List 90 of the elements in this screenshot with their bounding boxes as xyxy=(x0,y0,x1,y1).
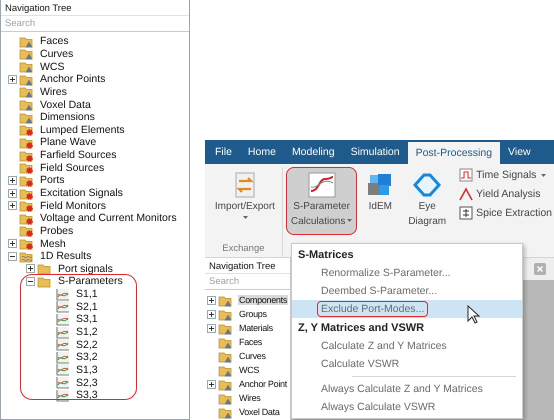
ribbon-tab[interactable]: Modeling xyxy=(284,140,343,164)
tree-item[interactable]: S3,3 xyxy=(75,389,99,402)
collapse-icon[interactable] xyxy=(26,276,35,286)
tree-item[interactable]: WCS xyxy=(238,365,260,375)
tree-item[interactable]: Probes xyxy=(39,224,74,237)
ribbon-button[interactable]: Eye Diagram xyxy=(403,167,452,235)
ribbon-tab[interactable]: File xyxy=(207,140,240,164)
menu-item[interactable]: Renormalize S-Parameter... xyxy=(317,265,455,281)
folder-triangle-icon xyxy=(218,322,233,334)
expand-icon[interactable] xyxy=(207,324,216,332)
folder-triangle-icon xyxy=(218,364,233,376)
ribbon-button[interactable]: S-Parameter Calculations xyxy=(286,167,358,235)
folder-triangle-icon xyxy=(218,378,233,390)
folder-triangle-icon xyxy=(218,392,233,404)
ribbon-tab[interactable]: Simulation xyxy=(342,140,408,164)
tree-item[interactable]: S1,3 xyxy=(75,364,99,376)
component-icon xyxy=(459,206,474,220)
tree-item[interactable]: S2,2 xyxy=(75,338,99,351)
tree-item[interactable]: Plane Wave xyxy=(39,136,98,148)
tree-item[interactable]: S2,1 xyxy=(75,300,99,313)
ribbon-tab[interactable]: Home xyxy=(240,140,284,164)
expand-icon[interactable] xyxy=(8,239,17,248)
tree-item[interactable]: S3,1 xyxy=(75,313,99,326)
tree-item[interactable]: Groups xyxy=(238,309,268,319)
ribbon-button[interactable]: Yield Analysis xyxy=(457,186,554,202)
menu-item[interactable]: Exclude Port-Modes... xyxy=(317,301,428,317)
peak-icon xyxy=(459,187,474,201)
menu-section-title: Z, Y Matrices and VSWR xyxy=(297,320,426,336)
tree-item[interactable]: S-Parameters xyxy=(57,275,124,288)
collapse-icon[interactable] xyxy=(8,252,17,261)
menu-item[interactable]: Always Calculate Z and Y Matrices xyxy=(317,381,487,397)
curve-chart-icon xyxy=(306,171,337,199)
tree-item[interactable]: S2,3 xyxy=(75,376,99,389)
expand-icon[interactable] xyxy=(8,74,17,84)
tree-item[interactable]: Voxel Data xyxy=(238,407,281,417)
tree-item[interactable]: Field Monitors xyxy=(39,200,107,212)
search-field[interactable]: Search xyxy=(205,274,290,290)
folder-triangle-icon xyxy=(218,308,233,320)
menu-item[interactable]: Calculate VSWR xyxy=(317,356,404,372)
tree-item[interactable]: 1D Results xyxy=(39,250,92,262)
diamond-icon xyxy=(412,171,442,199)
tree-item[interactable]: Ports xyxy=(39,174,66,186)
group-label: Exchange xyxy=(222,243,265,254)
tree-item[interactable]: Curves xyxy=(238,351,267,361)
expand-icon[interactable] xyxy=(26,264,35,274)
tree-item[interactable]: Voxel Data xyxy=(39,98,92,111)
tree-item[interactable]: Wires xyxy=(39,86,68,98)
tree-item[interactable]: Faces xyxy=(39,35,70,48)
tree-item[interactable]: Voltage and Current Monitors xyxy=(39,212,178,224)
tree-item[interactable]: Port signals xyxy=(57,262,114,275)
expand-icon[interactable] xyxy=(207,380,216,388)
tree-item[interactable]: WCS xyxy=(39,60,66,73)
tree-item[interactable]: Field Sources xyxy=(39,162,106,174)
expand-icon[interactable] xyxy=(207,310,216,318)
tree-item[interactable]: Faces xyxy=(238,337,264,347)
expand-icon[interactable] xyxy=(8,176,17,185)
search-field[interactable]: Search xyxy=(1,16,189,32)
ribbon-tab[interactable]: View xyxy=(500,140,539,164)
expand-icon[interactable] xyxy=(8,201,17,210)
ribbon-tab[interactable]: Post-Processing xyxy=(408,142,500,164)
menu-item[interactable]: Deembed S-Parameter... xyxy=(317,283,442,299)
folder-triangle-icon xyxy=(218,294,233,306)
ribbon-button[interactable]: Import/Export xyxy=(210,167,280,235)
expand-icon[interactable] xyxy=(207,296,216,304)
tree-item[interactable]: Materials xyxy=(238,323,274,333)
tree-item[interactable]: Excitation Signals xyxy=(39,187,124,199)
tree-item[interactable]: S3,2 xyxy=(75,351,99,364)
ribbon-button[interactable]: Time Signals xyxy=(457,167,554,183)
menu-item[interactable]: Calculate Z and Y Matrices xyxy=(317,338,451,354)
tree-item[interactable]: Anchor Points xyxy=(39,73,106,86)
tree-item[interactable]: Mesh xyxy=(39,238,67,250)
tree-item[interactable]: Components xyxy=(238,295,288,305)
ribbon-button[interactable]: Spice Extraction xyxy=(457,205,554,221)
menu-section-title: S-Matrices xyxy=(297,248,355,262)
ribbon-button[interactable]: IdEM xyxy=(360,167,400,235)
tree-item[interactable]: S1,1 xyxy=(75,288,99,300)
tree-item[interactable]: Farfield Sources xyxy=(39,149,118,162)
menu-item[interactable]: Always Calculate VSWR xyxy=(317,399,440,415)
step-signal-icon xyxy=(459,168,474,182)
expand-icon[interactable] xyxy=(8,188,17,198)
tree-item[interactable]: Dimensions xyxy=(39,111,96,124)
folder-triangle-icon xyxy=(218,336,233,348)
cursor-icon xyxy=(467,305,480,324)
tree-item[interactable]: Anchor Point xyxy=(238,379,288,389)
tree-item[interactable]: Curves xyxy=(39,48,74,60)
folder-triangle-icon xyxy=(218,350,233,362)
tree-item[interactable]: Lumped Elements xyxy=(39,124,126,136)
tree-item[interactable]: Wires xyxy=(238,393,262,403)
tree-item[interactable]: S1,2 xyxy=(75,326,99,338)
folder-triangle-icon xyxy=(218,406,233,418)
